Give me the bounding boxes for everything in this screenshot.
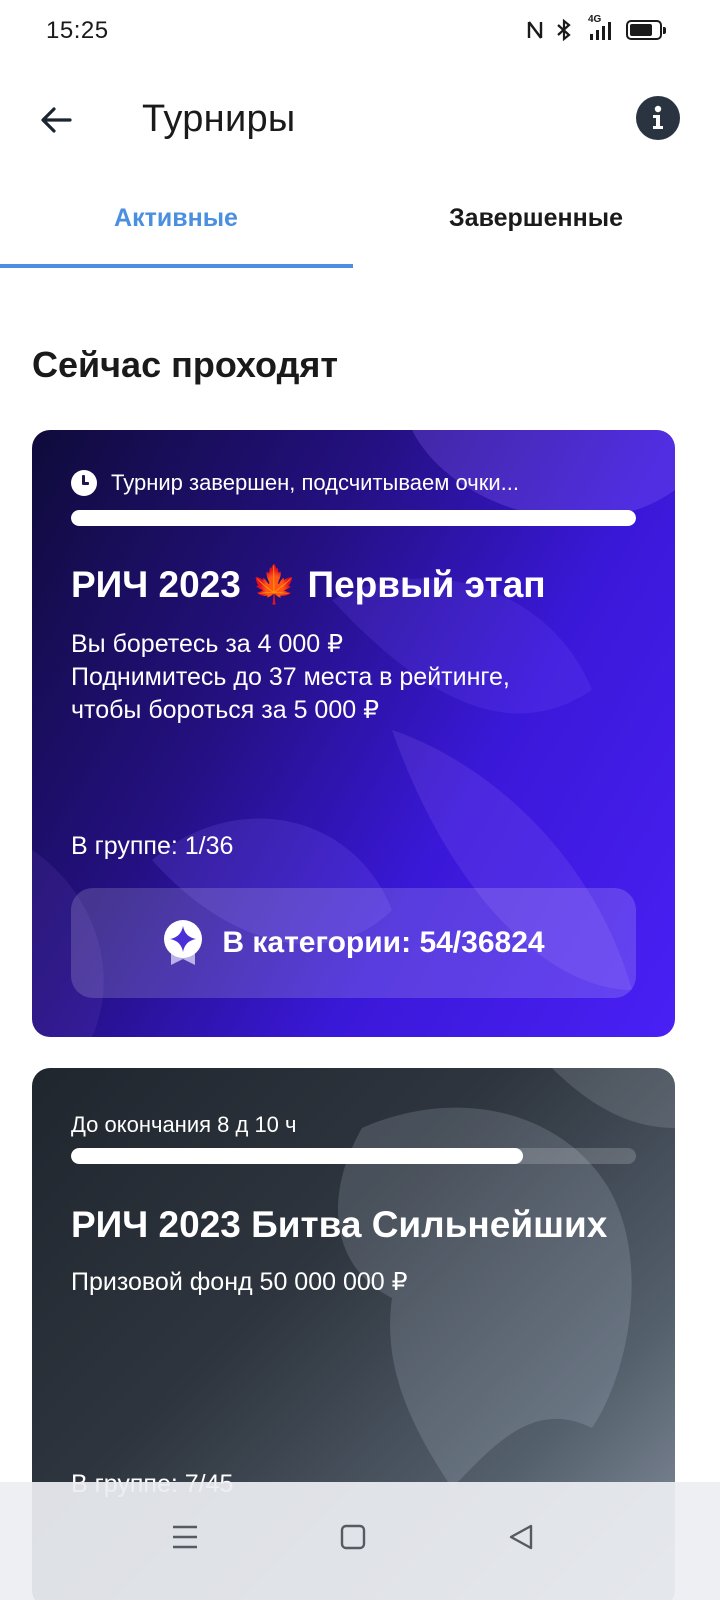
- back-triangle-icon: [509, 1524, 533, 1550]
- system-nav-bar: [0, 1482, 720, 1600]
- tab-completed[interactable]: Завершенные: [352, 190, 720, 268]
- card-status-text: Турнир завершен, подсчитываем очки...: [111, 470, 519, 495]
- card-desc-line: Призовой фонд 50 000 000 ₽: [71, 1268, 408, 1296]
- signal-icon: 4G: [584, 14, 614, 42]
- clock-icon: [71, 470, 97, 496]
- section-title: Сейчас проходят: [32, 344, 339, 385]
- back-nav-button[interactable]: [496, 1512, 546, 1562]
- status-time: 15:25: [46, 17, 109, 44]
- card-desc-line: чтобы бороться за 5 000 ₽: [71, 696, 379, 724]
- category-rank-label: В категории: 54/36824: [222, 926, 545, 959]
- status-bar: 15:25 4G: [0, 0, 720, 64]
- nfc-icon: [527, 21, 543, 39]
- bluetooth-icon: [557, 18, 571, 42]
- card-description: Призовой фонд 50 000 000 ₽: [71, 1266, 636, 1299]
- group-rank: В группе: 1/36: [71, 832, 234, 860]
- card-desc-line: Поднимитесь до 37 места в рейтинге,: [71, 663, 510, 691]
- back-button[interactable]: [32, 96, 80, 144]
- home-square-icon: [340, 1524, 366, 1550]
- tab-active[interactable]: Активные: [0, 190, 353, 268]
- menu-icon: [173, 1525, 197, 1549]
- tournament-card-first-stage[interactable]: Турнир завершен, подсчитываем очки... РИ…: [32, 430, 675, 1037]
- card-status: Турнир завершен, подсчитываем очки...: [71, 470, 519, 496]
- card-title: РИЧ 2023 Битва Сильнейших: [71, 1204, 608, 1245]
- back-arrow-icon: [41, 107, 72, 133]
- progress-bar: [71, 510, 636, 526]
- card-status: До окончания 8 д 10 ч: [71, 1112, 297, 1138]
- header: Турниры: [0, 80, 720, 160]
- status-icons: 4G: [526, 14, 666, 42]
- card-title: РИЧ 2023 🍁 Первый этап: [71, 564, 546, 605]
- card-status-text: До окончания 8 д 10 ч: [71, 1112, 297, 1137]
- page-title: Турниры: [142, 98, 296, 140]
- info-button[interactable]: [636, 96, 680, 140]
- progress-bar: [71, 1148, 636, 1164]
- badge-star-icon: [164, 920, 203, 965]
- info-icon: [653, 105, 663, 129]
- menu-button[interactable]: [160, 1512, 210, 1562]
- tab-bar: Активные Завершенные: [0, 190, 720, 268]
- card-desc-line: Вы боретесь за 4 000 ₽: [71, 630, 344, 658]
- category-rank-button[interactable]: В категории: 54/36824: [71, 888, 636, 998]
- home-button[interactable]: [328, 1512, 378, 1562]
- battery-icon: [626, 20, 666, 40]
- card-description: Вы боретесь за 4 000 ₽ Поднимитесь до 37…: [71, 628, 636, 727]
